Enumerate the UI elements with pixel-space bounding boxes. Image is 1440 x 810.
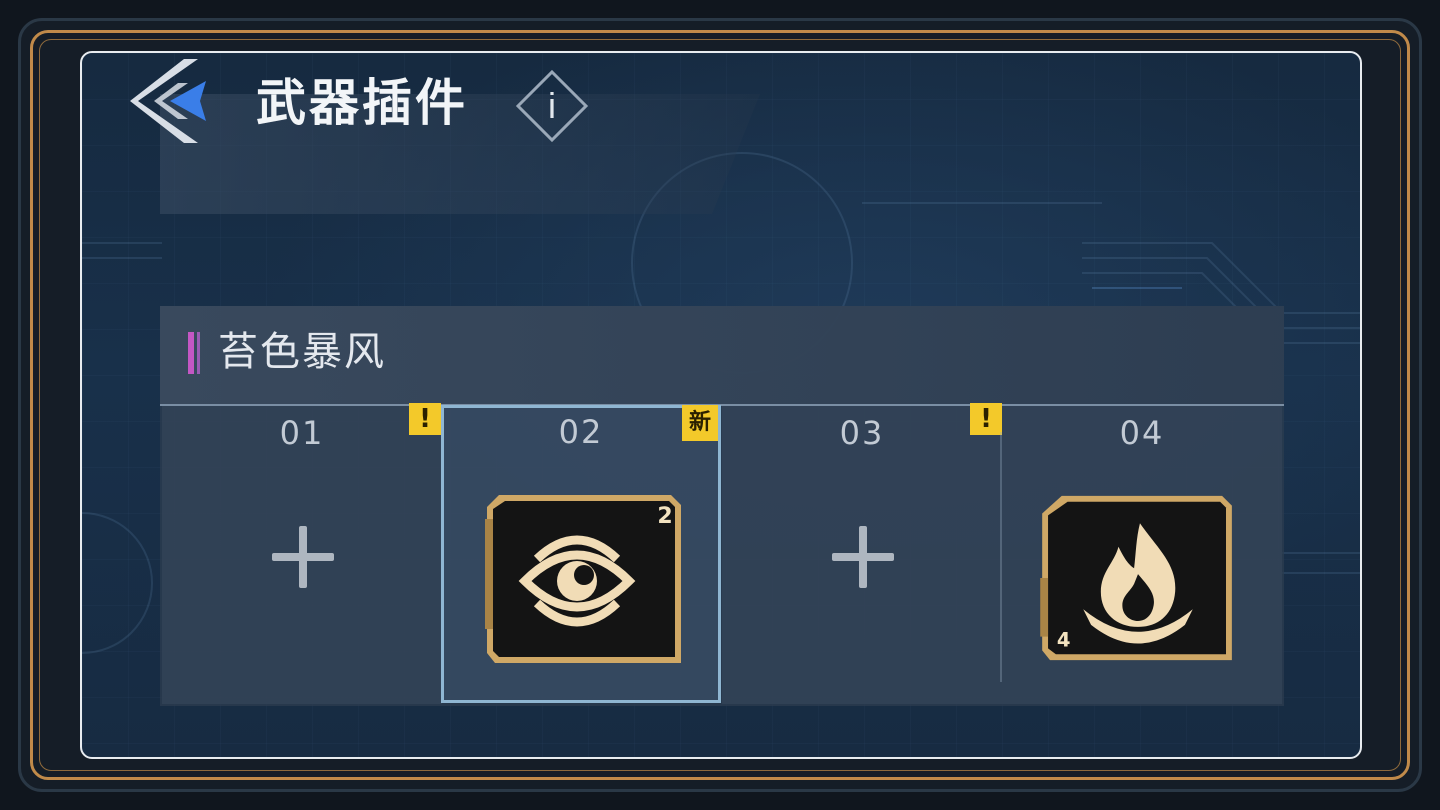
add-plugin-icon	[832, 526, 894, 588]
plugin-slot-04[interactable]: 04 4	[1002, 406, 1282, 704]
slot-number: 02	[558, 413, 604, 451]
info-icon[interactable]: i	[514, 68, 590, 144]
back-arrow-icon[interactable]	[128, 55, 212, 151]
slot-number: 04	[1119, 414, 1165, 452]
weapon-tag-bar-secondary	[197, 332, 200, 374]
add-plugin-icon	[272, 526, 334, 588]
slot-number: 01	[279, 414, 325, 452]
plugin-level: 2	[657, 504, 672, 529]
new-badge: 新	[682, 405, 718, 441]
plugin-slot-01[interactable]: 01	[162, 406, 442, 704]
flame-icon: 4	[1040, 495, 1232, 661]
slot-number: 03	[839, 414, 885, 452]
weapon-name: 苔色暴风	[218, 329, 386, 375]
alert-badge: !	[409, 403, 441, 435]
page-title: 武器插件	[256, 74, 468, 132]
eye-icon: 2	[485, 495, 681, 663]
plugin-slot-02[interactable]: 02 2	[441, 405, 721, 703]
weapon-tag-bar	[188, 332, 194, 374]
plugin-slot-03[interactable]: 03	[722, 406, 1002, 704]
alert-badge: !	[970, 403, 1002, 435]
info-label: i	[548, 85, 556, 126]
plugin-level: 4	[1057, 628, 1071, 651]
